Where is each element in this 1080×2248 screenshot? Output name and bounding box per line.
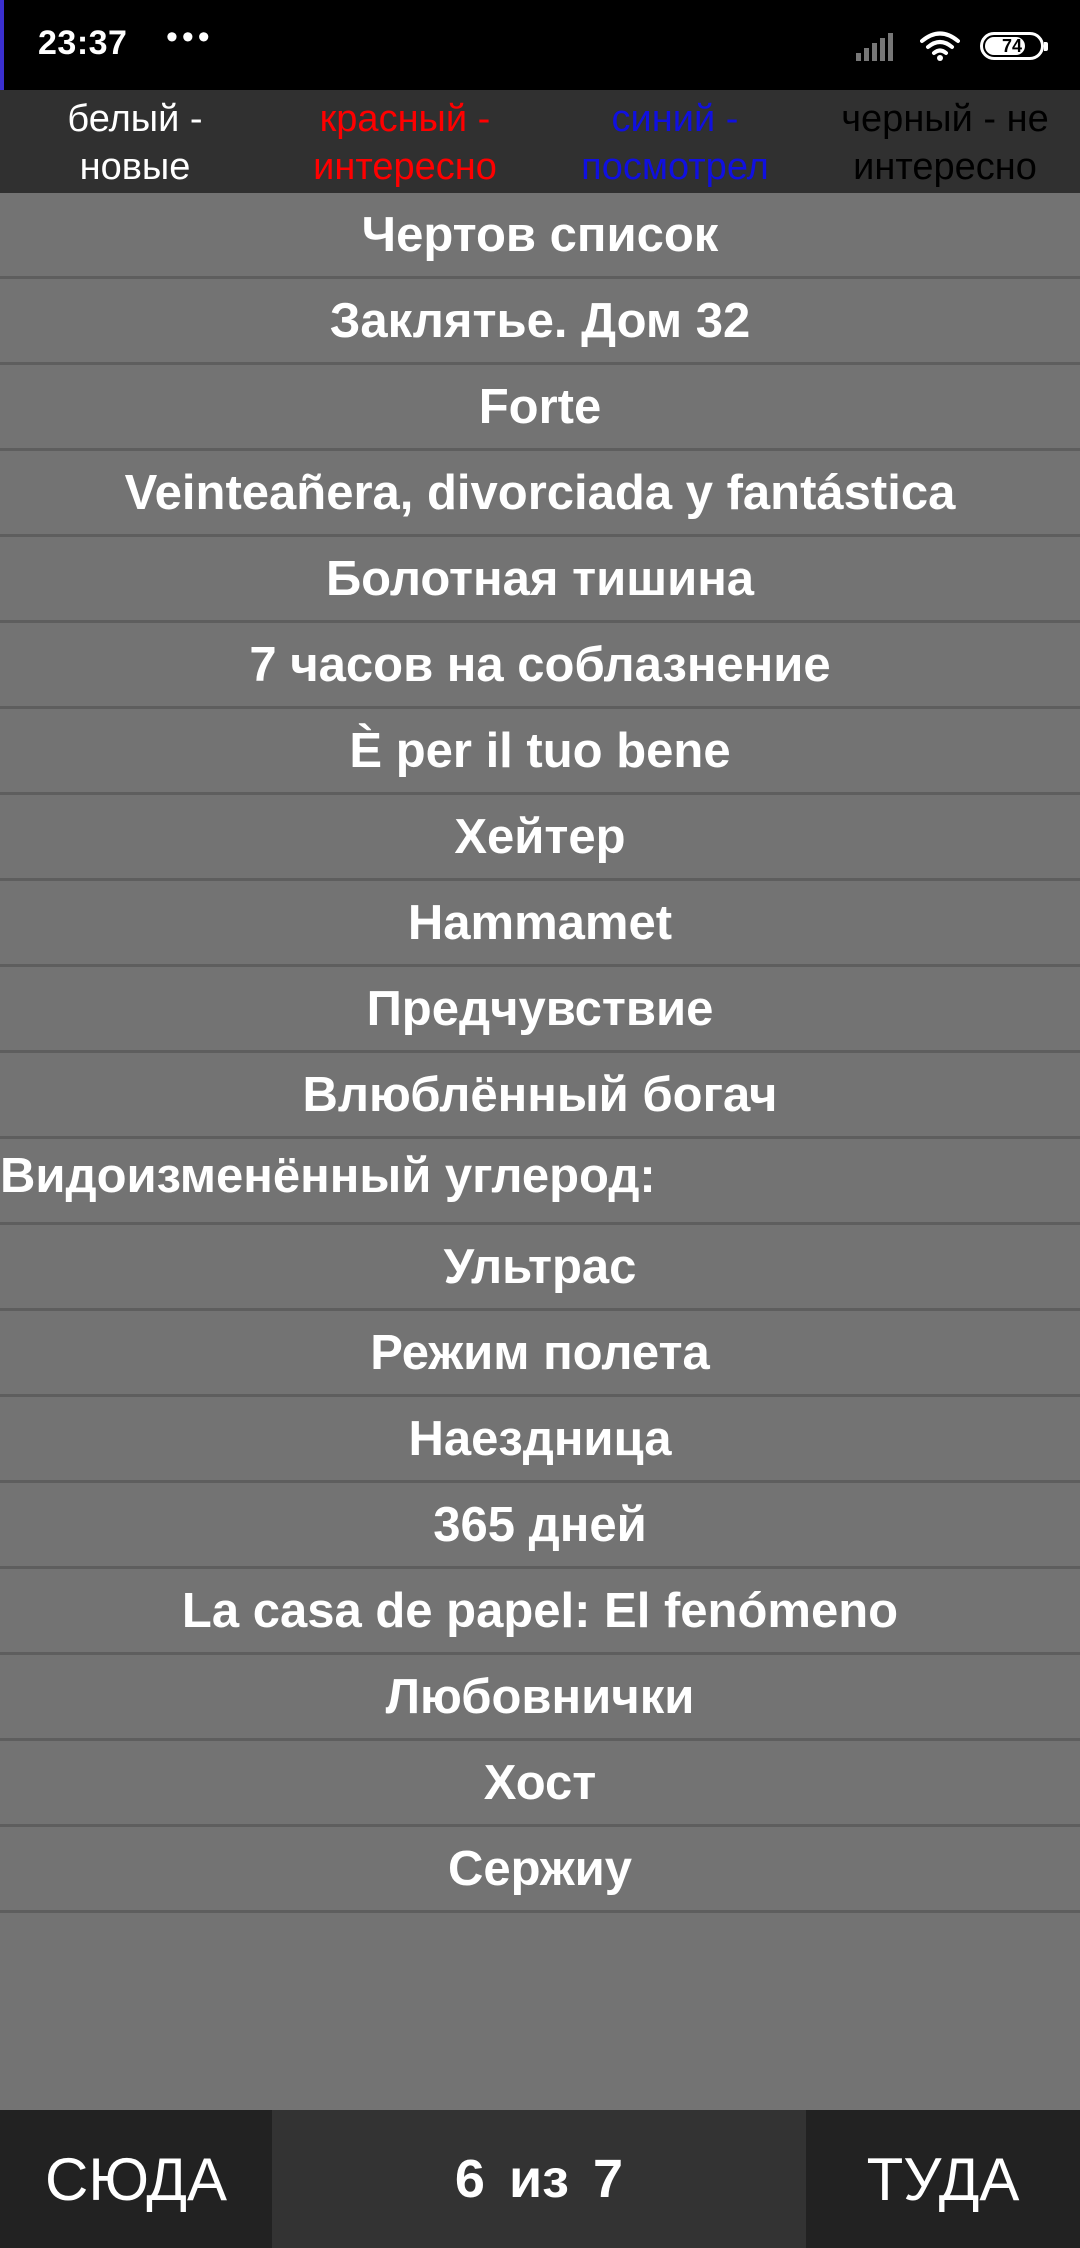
movie-title: 365 дней [433, 1497, 647, 1552]
legend-watched-line1: синий - [611, 97, 739, 140]
movie-title: Видоизменённый углерод: [0, 1149, 656, 1203]
list-item[interactable]: Любовнички [0, 1655, 1080, 1741]
legend-new: белый - новые [0, 90, 270, 193]
list-item[interactable]: Чертов список [0, 193, 1080, 279]
page-total: 7 [593, 2149, 624, 2209]
movie-title: Сержиу [447, 1841, 633, 1896]
bottom-navigation: СЮДА 6 из 7 ТУДА [0, 2110, 1080, 2248]
list-item[interactable]: Влюблённый богач [0, 1053, 1080, 1139]
movie-title: Любовнички [385, 1669, 695, 1724]
color-legend: белый - новые красный - интересно синий … [0, 90, 1080, 193]
legend-new-line2: новые [79, 145, 191, 188]
more-notifications-icon: ••• [166, 18, 214, 56]
list-item[interactable]: Forte [0, 365, 1080, 451]
list-item[interactable]: 365 дней [0, 1483, 1080, 1569]
signal-icon [856, 33, 893, 61]
movie-title: Режим полета [370, 1325, 710, 1380]
movie-title: Hammamet [407, 895, 673, 950]
movie-title: Болотная тишина [325, 551, 755, 606]
movie-title: Заклятье. Дом 32 [329, 293, 751, 348]
movie-title: La casa de papel: El fenómeno [181, 1583, 899, 1638]
status-bar: 23:37 ••• 74 [0, 0, 1080, 90]
movie-title: Хейтер [454, 809, 626, 864]
movie-title: Veinteañera, divorciada y fantástica [124, 465, 956, 520]
wifi-icon [920, 31, 960, 61]
list-item[interactable]: 7 часов на соблазнение [0, 623, 1080, 709]
movie-title: Влюблённый богач [302, 1067, 778, 1122]
legend-interesting-line1: красный - [319, 97, 491, 140]
battery-level: 74 [1001, 35, 1023, 56]
list-item[interactable]: Hammamet [0, 881, 1080, 967]
legend-not-interesting: черный - не интересно [810, 90, 1080, 193]
previous-page-button[interactable]: СЮДА [0, 2110, 272, 2248]
next-page-button[interactable]: ТУДА [806, 2110, 1080, 2248]
movie-title: Forte [478, 379, 602, 434]
legend-not-interesting-line2: интересно [853, 145, 1037, 188]
status-icons: 74 [856, 26, 1048, 66]
list-item[interactable]: Видоизменённый углерод: [0, 1139, 1080, 1225]
movie-title: Чертов список [361, 207, 719, 262]
movie-title: Хост [483, 1755, 597, 1810]
list-item[interactable]: Предчувствие [0, 967, 1080, 1053]
status-accent-edge [0, 0, 4, 90]
list-item[interactable]: Болотная тишина [0, 537, 1080, 623]
legend-not-interesting-line1: черный - не [841, 97, 1049, 140]
list-item[interactable]: Режим полета [0, 1311, 1080, 1397]
list-item[interactable]: Заклятье. Дом 32 [0, 279, 1080, 365]
movie-title: È per il tuo bene [349, 723, 731, 778]
list-item[interactable]: Хейтер [0, 795, 1080, 881]
list-item[interactable]: La casa de papel: El fenómeno [0, 1569, 1080, 1655]
movie-title: 7 часов на соблазнение [249, 637, 831, 692]
list-item[interactable]: Veinteañera, divorciada y fantástica [0, 451, 1080, 537]
status-time: 23:37 [38, 24, 128, 62]
page-current: 6 [454, 2149, 485, 2209]
list-item[interactable]: Хост [0, 1741, 1080, 1827]
legend-watched-line2: посмотрел [581, 145, 769, 188]
legend-interesting: красный - интересно [270, 90, 540, 193]
movie-title: Наездница [408, 1411, 672, 1466]
movie-list: Чертов список Заклятье. Дом 32 Forte Vei… [0, 193, 1080, 1913]
movie-title: Предчувствие [366, 981, 714, 1036]
legend-interesting-line2: интересно [313, 145, 497, 188]
legend-watched: синий - посмотрел [540, 90, 810, 193]
list-item[interactable]: Наездница [0, 1397, 1080, 1483]
list-item[interactable]: È per il tuo bene [0, 709, 1080, 795]
legend-new-line1: белый - [67, 97, 203, 140]
page-indicator: 6 из 7 [272, 2110, 806, 2248]
list-item[interactable]: Ультрас [0, 1225, 1080, 1311]
list-item[interactable]: Сержиу [0, 1827, 1080, 1913]
battery-icon: 74 [980, 32, 1048, 60]
movie-title: Ультрас [443, 1239, 637, 1294]
page-separator: из [508, 2149, 570, 2209]
